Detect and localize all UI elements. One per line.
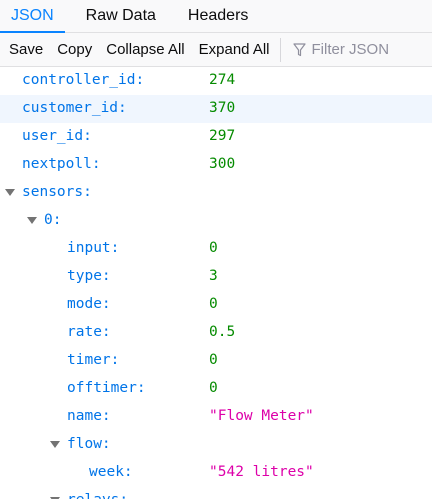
json-key: relays:: [67, 492, 128, 499]
json-key: nextpoll:: [22, 156, 101, 172]
json-key: controller_id:: [22, 72, 145, 88]
copy-button[interactable]: Copy: [50, 33, 99, 66]
tree-row-rate[interactable]: rate: 0.5: [0, 319, 432, 347]
expand-toggle-icon[interactable]: [27, 217, 37, 224]
tree-row-offtimer[interactable]: offtimer: 0: [0, 375, 432, 403]
json-key: rate:: [67, 324, 111, 340]
json-value: 370: [209, 100, 236, 116]
viewer-tabs: JSON Raw Data Headers: [0, 0, 432, 33]
tree-row-controller-id[interactable]: controller_id: 274: [0, 67, 432, 95]
tree-row-name[interactable]: name: "Flow Meter": [0, 403, 432, 431]
json-key: input:: [67, 240, 120, 256]
tree-row-user-id[interactable]: user_id: 297: [0, 123, 432, 151]
expand-toggle-icon[interactable]: [50, 441, 60, 448]
filter-input[interactable]: Filter JSON: [281, 33, 432, 66]
json-value: "Flow Meter": [209, 408, 314, 424]
filter-icon: [292, 42, 306, 56]
tree-row-sensors[interactable]: sensors:: [0, 179, 432, 207]
json-value: 297: [209, 128, 236, 144]
tree-row-timer[interactable]: timer: 0: [0, 347, 432, 375]
expand-toggle-icon[interactable]: [5, 189, 15, 196]
json-value: "542 litres": [209, 464, 314, 480]
tree-row-sensor-0[interactable]: 0:: [0, 207, 432, 235]
json-value: 3: [209, 268, 218, 284]
json-key: flow:: [67, 436, 111, 452]
json-toolbar: Save Copy Collapse All Expand All Filter…: [0, 33, 432, 67]
json-key: week:: [89, 464, 133, 480]
json-key: sensors:: [22, 184, 92, 200]
save-button[interactable]: Save: [0, 33, 50, 66]
json-key: type:: [67, 268, 111, 284]
json-value: 0: [209, 380, 218, 396]
tree-row-input[interactable]: input: 0: [0, 235, 432, 263]
tab-headers[interactable]: Headers: [177, 0, 259, 32]
json-key: user_id:: [22, 128, 92, 144]
tree-row-relays[interactable]: relays:: [0, 487, 432, 499]
json-key: mode:: [67, 296, 111, 312]
json-value: 0.5: [209, 324, 236, 340]
tab-json[interactable]: JSON: [0, 0, 65, 33]
tree-row-customer-id[interactable]: customer_id: 370: [0, 95, 432, 123]
json-value: 300: [209, 156, 236, 172]
json-value: 0: [209, 352, 218, 368]
json-key: offtimer:: [67, 380, 146, 396]
tree-row-mode[interactable]: mode: 0: [0, 291, 432, 319]
tab-raw-data[interactable]: Raw Data: [75, 0, 167, 32]
expand-all-button[interactable]: Expand All: [192, 33, 277, 66]
json-key: 0:: [44, 212, 62, 228]
json-key: timer:: [67, 352, 120, 368]
json-key: customer_id:: [22, 100, 127, 116]
json-value: 0: [209, 240, 218, 256]
filter-placeholder: Filter JSON: [311, 41, 390, 58]
tree-row-flow[interactable]: flow:: [0, 431, 432, 459]
collapse-all-button[interactable]: Collapse All: [99, 33, 191, 66]
json-value: 274: [209, 72, 236, 88]
json-value: 0: [209, 296, 218, 312]
tree-row-type[interactable]: type: 3: [0, 263, 432, 291]
tree-row-nextpoll[interactable]: nextpoll: 300: [0, 151, 432, 179]
tree-row-week[interactable]: week: "542 litres": [0, 459, 432, 487]
json-tree: controller_id: 274 customer_id: 370 user…: [0, 67, 432, 499]
json-key: name:: [67, 408, 111, 424]
